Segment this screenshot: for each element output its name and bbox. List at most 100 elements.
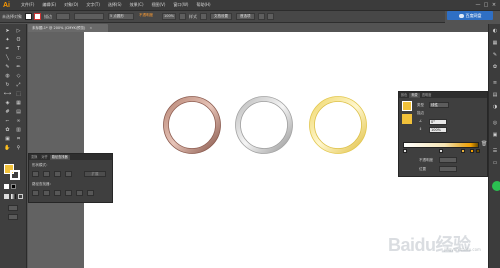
color-panel-icon[interactable]: ◐ xyxy=(491,28,499,35)
scale-tool-icon[interactable]: ⤢ xyxy=(14,82,23,89)
preferences-button[interactable]: 首选项 xyxy=(236,13,255,20)
ring-gold[interactable] xyxy=(309,96,367,154)
line-tool-icon[interactable]: ╲ xyxy=(3,55,12,62)
direct-selection-tool-icon[interactable]: ▷ xyxy=(14,28,23,35)
free-transform-icon[interactable]: ⬚ xyxy=(14,91,23,98)
intersect-icon[interactable] xyxy=(54,171,61,177)
variable-width-dropdown[interactable] xyxy=(74,13,104,20)
rotate-tool-icon[interactable]: ↻ xyxy=(3,82,12,89)
opacity-arrow-icon[interactable] xyxy=(179,13,186,20)
graphic-style-swatch[interactable] xyxy=(200,13,207,20)
pen-tool-icon[interactable]: ✒ xyxy=(3,46,12,53)
symbols-panel-icon[interactable]: ✿ xyxy=(491,64,499,71)
pencil-icon[interactable]: ✏ xyxy=(14,64,23,71)
minus-back-icon[interactable] xyxy=(87,190,94,196)
type-tool-icon[interactable]: T xyxy=(14,46,23,53)
minimize-button[interactable]: — xyxy=(474,2,482,9)
delete-stop-icon[interactable]: 🗑 xyxy=(481,142,487,147)
mesh-tool-icon[interactable]: # xyxy=(3,109,12,116)
menu-object[interactable]: 对象(O) xyxy=(64,2,78,8)
menu-window[interactable]: 窗口(W) xyxy=(173,2,188,8)
brushes-panel-icon[interactable]: ✎ xyxy=(491,52,499,59)
panel-menu-icon[interactable] xyxy=(266,13,274,20)
aspect-field[interactable]: 100% xyxy=(429,127,447,133)
gradient-tool-icon[interactable]: ▤ xyxy=(14,109,23,116)
document-setup-button[interactable]: 文档设置 xyxy=(210,13,232,20)
column-graph-icon[interactable]: ▥ xyxy=(14,127,23,134)
color-mode-icon[interactable] xyxy=(4,194,9,199)
slice-tool-icon[interactable]: ⌗ xyxy=(14,136,23,143)
blob-brush-icon[interactable]: ◍ xyxy=(3,73,12,80)
tab-transparency[interactable]: 透明度 xyxy=(420,93,434,98)
artboards-panel-icon[interactable]: ▭ xyxy=(491,160,499,167)
menu-file[interactable]: 文件(F) xyxy=(21,2,34,8)
layers-panel-icon[interactable]: ☰ xyxy=(491,148,499,155)
none-mode-icon[interactable] xyxy=(18,194,23,199)
selection-tool-icon[interactable]: ➤ xyxy=(3,28,12,35)
perspective-grid-icon[interactable]: ▦ xyxy=(14,100,23,107)
eraser-icon[interactable]: ◇ xyxy=(14,73,23,80)
close-document-icon[interactable]: × xyxy=(89,26,92,30)
stroke-weight-dropdown[interactable] xyxy=(56,13,70,20)
close-button[interactable]: × xyxy=(490,2,498,9)
gradient-stop[interactable] xyxy=(476,149,480,153)
expand-button[interactable]: 扩展 xyxy=(84,171,106,177)
cloud-button[interactable]: 百度网盘 xyxy=(447,11,493,20)
artboard-tool-icon[interactable]: ▣ xyxy=(3,136,12,143)
minus-front-icon[interactable] xyxy=(43,171,50,177)
gradient-preview-swatch[interactable] xyxy=(402,101,412,111)
merge-icon[interactable] xyxy=(54,190,61,196)
angle-field[interactable]: 0° xyxy=(429,119,447,125)
gradient-type-dropdown[interactable]: 线性 xyxy=(429,102,449,108)
gradient-slider[interactable] xyxy=(403,142,479,148)
menu-select[interactable]: 选择(S) xyxy=(108,2,122,8)
trim-icon[interactable] xyxy=(43,190,50,196)
paintbrush-icon[interactable]: ✎ xyxy=(3,64,12,71)
opacity-field[interactable]: 100% xyxy=(162,13,176,20)
default-colors-icon[interactable] xyxy=(4,184,9,189)
hand-tool-icon[interactable]: ✋ xyxy=(3,145,12,152)
swap-colors-icon[interactable] xyxy=(11,184,16,189)
stroke-panel-icon[interactable]: ≡ xyxy=(491,80,499,87)
transparency-panel-icon[interactable]: ◑ xyxy=(491,104,499,111)
exclude-icon[interactable] xyxy=(65,171,72,177)
ring-silver[interactable] xyxy=(235,96,293,154)
swatches-panel-icon[interactable]: ▦ xyxy=(491,40,499,47)
menu-view[interactable]: 视图(V) xyxy=(152,2,166,8)
ring-copper[interactable] xyxy=(163,96,221,154)
fill-swatch-control[interactable] xyxy=(25,13,32,20)
gradient-stop[interactable] xyxy=(461,149,465,153)
lasso-icon[interactable]: ʘ xyxy=(14,37,23,44)
divide-icon[interactable] xyxy=(32,190,39,196)
rectangle-tool-icon[interactable]: ▭ xyxy=(14,55,23,62)
maximize-button[interactable]: □ xyxy=(482,2,490,9)
gradient-stop[interactable] xyxy=(439,149,443,153)
stop-opacity-field[interactable] xyxy=(439,157,457,163)
blend-tool-icon[interactable]: ∞ xyxy=(14,118,23,125)
gradient-panel-icon[interactable]: ▤ xyxy=(491,92,499,99)
tab-align[interactable]: 对齐 xyxy=(39,155,49,160)
menu-effect[interactable]: 效果(C) xyxy=(130,2,144,8)
unite-icon[interactable] xyxy=(32,171,39,177)
graphic-styles-panel-icon[interactable]: ▣ xyxy=(491,132,499,139)
gradient-stop[interactable] xyxy=(403,149,407,153)
brush-dropdown[interactable]: 5 点圆形 xyxy=(108,13,134,20)
arrange-icon[interactable] xyxy=(257,13,265,20)
symbol-sprayer-icon[interactable]: ✿ xyxy=(3,127,12,134)
zoom-tool-icon[interactable]: ⚲ xyxy=(14,145,23,152)
shape-builder-icon[interactable]: ◈ xyxy=(3,100,12,107)
document-tab[interactable]: 未标题-1* @ 200% (CMYK/预览) × xyxy=(28,24,108,32)
draw-mode-icon[interactable] xyxy=(8,205,18,211)
appearance-panel-icon[interactable]: ◎ xyxy=(491,120,499,127)
gradient-stop[interactable] xyxy=(470,149,474,153)
magic-wand-icon[interactable]: ✦ xyxy=(3,37,12,44)
outline-icon[interactable] xyxy=(76,190,83,196)
eyedropper-icon[interactable]: ⌐ xyxy=(3,118,12,125)
width-tool-icon[interactable]: ⟷ xyxy=(3,91,12,98)
menu-help[interactable]: 帮助(H) xyxy=(196,2,210,8)
menu-type[interactable]: 文字(T) xyxy=(86,2,100,8)
menu-edit[interactable]: 编辑(E) xyxy=(42,2,56,8)
stroke-color-swatch[interactable] xyxy=(10,170,20,180)
opacity-label[interactable]: 不透明度 xyxy=(138,13,158,20)
stroke-swatch-control[interactable] xyxy=(34,13,41,20)
